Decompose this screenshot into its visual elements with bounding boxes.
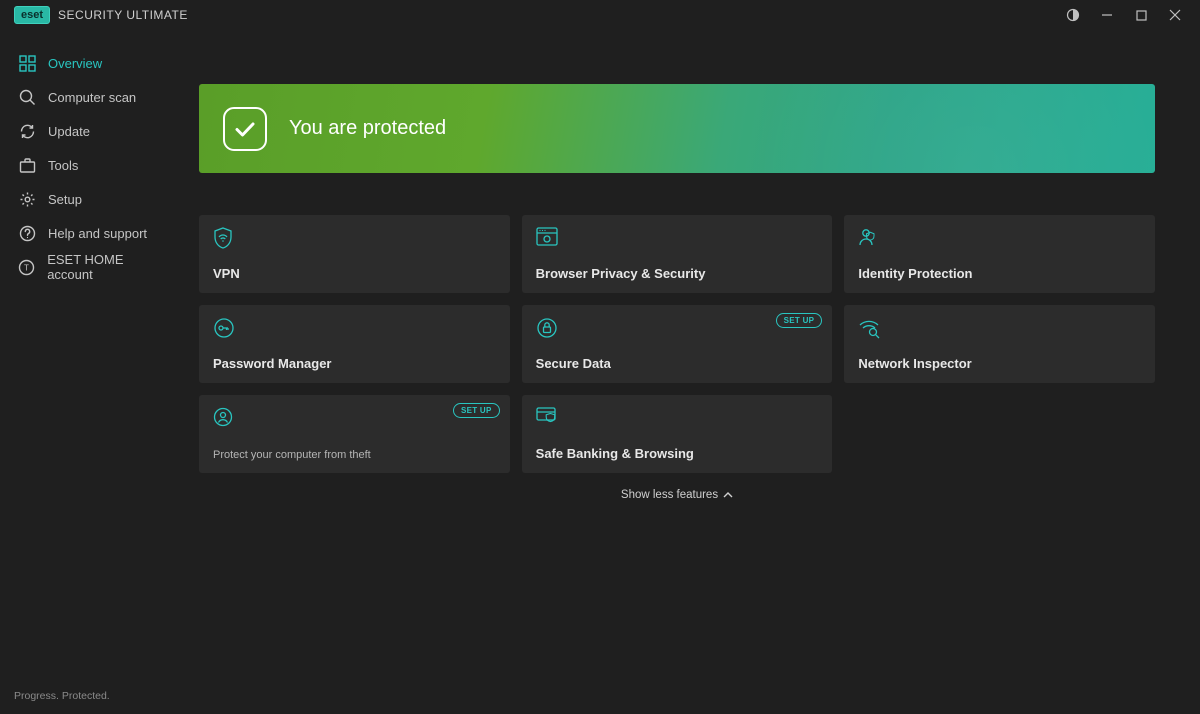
feature-card-identity[interactable]: Identity Protection — [844, 215, 1155, 293]
feature-card-secure-data[interactable]: SET UP Secure Data — [522, 305, 833, 383]
check-icon — [223, 107, 267, 151]
feature-title: Network Inspector — [858, 356, 1141, 371]
help-icon — [18, 224, 36, 242]
close-button[interactable] — [1158, 2, 1192, 28]
shield-wifi-icon — [213, 227, 496, 249]
banner-text: You are protected — [289, 117, 446, 140]
sidebar-item-update[interactable]: Update — [0, 114, 185, 148]
sidebar-item-computer-scan[interactable]: Computer scan — [0, 80, 185, 114]
titlebar-left: eset SECURITY ULTIMATE — [14, 6, 188, 24]
identity-icon — [858, 227, 1141, 249]
feature-card-password-manager[interactable]: Password Manager — [199, 305, 510, 383]
feature-title: VPN — [213, 266, 496, 281]
sidebar-item-label: Computer scan — [48, 90, 136, 105]
feature-title: Browser Privacy & Security — [536, 266, 819, 281]
feature-title: Safe Banking & Browsing — [536, 446, 819, 461]
sidebar-item-help[interactable]: Help and support — [0, 216, 185, 250]
feature-grid: VPN Browser Privacy & Security Identity … — [199, 215, 1155, 473]
svg-text:T: T — [24, 263, 29, 272]
feature-title: Password Manager — [213, 356, 496, 371]
sidebar-item-label: Tools — [48, 158, 78, 173]
sidebar-item-label: Overview — [48, 56, 102, 71]
feature-card-network-inspector[interactable]: Network Inspector — [844, 305, 1155, 383]
product-name: SECURITY ULTIMATE — [58, 8, 188, 22]
maximize-button[interactable] — [1124, 2, 1158, 28]
theme-toggle-button[interactable] — [1056, 2, 1090, 28]
feature-card-browser-privacy[interactable]: Browser Privacy & Security — [522, 215, 833, 293]
sidebar-item-tools[interactable]: Tools — [0, 148, 185, 182]
feature-title: Identity Protection — [858, 266, 1141, 281]
sidebar-item-label: Update — [48, 124, 90, 139]
feature-card-vpn[interactable]: VPN — [199, 215, 510, 293]
window-controls — [1056, 2, 1192, 28]
setup-badge: SET UP — [776, 313, 823, 328]
sidebar-item-setup[interactable]: Setup — [0, 182, 185, 216]
browser-icon — [536, 227, 819, 249]
card-shield-icon — [536, 407, 819, 429]
toggle-features-label: Show less features — [621, 489, 718, 501]
sidebar: Overview Computer scan Update Tools Setu… — [0, 46, 185, 284]
sidebar-item-label: Help and support — [48, 226, 147, 241]
feature-card-anti-theft[interactable]: SET UP Protect your computer from theft — [199, 395, 510, 473]
search-icon — [18, 88, 36, 106]
status-banner: You are protected — [199, 84, 1155, 173]
gear-icon — [18, 190, 36, 208]
titlebar: eset SECURITY ULTIMATE — [0, 0, 1200, 30]
overview-icon — [18, 54, 36, 72]
minimize-button[interactable] — [1090, 2, 1124, 28]
account-icon: T — [18, 258, 35, 276]
feature-subtitle: Protect your computer from theft — [213, 449, 496, 461]
sidebar-item-label: ESET HOME account — [47, 252, 167, 282]
setup-badge: SET UP — [453, 403, 500, 418]
feature-card-safe-banking[interactable]: Safe Banking & Browsing — [522, 395, 833, 473]
main-content: You are protected VPN Browser Privacy & … — [199, 84, 1155, 684]
padlock-key-icon — [213, 317, 496, 339]
briefcase-icon — [18, 156, 36, 174]
chevron-up-icon — [723, 491, 733, 499]
sidebar-item-account[interactable]: T ESET HOME account — [0, 250, 185, 284]
refresh-icon — [18, 122, 36, 140]
feature-title: Secure Data — [536, 356, 819, 371]
logo-eset: eset — [14, 6, 50, 24]
tagline: Progress. Protected. — [14, 690, 110, 702]
sidebar-item-label: Setup — [48, 192, 82, 207]
sidebar-item-overview[interactable]: Overview — [0, 46, 185, 80]
wifi-search-icon — [858, 317, 1141, 339]
toggle-features-button[interactable]: Show less features — [199, 489, 1155, 501]
